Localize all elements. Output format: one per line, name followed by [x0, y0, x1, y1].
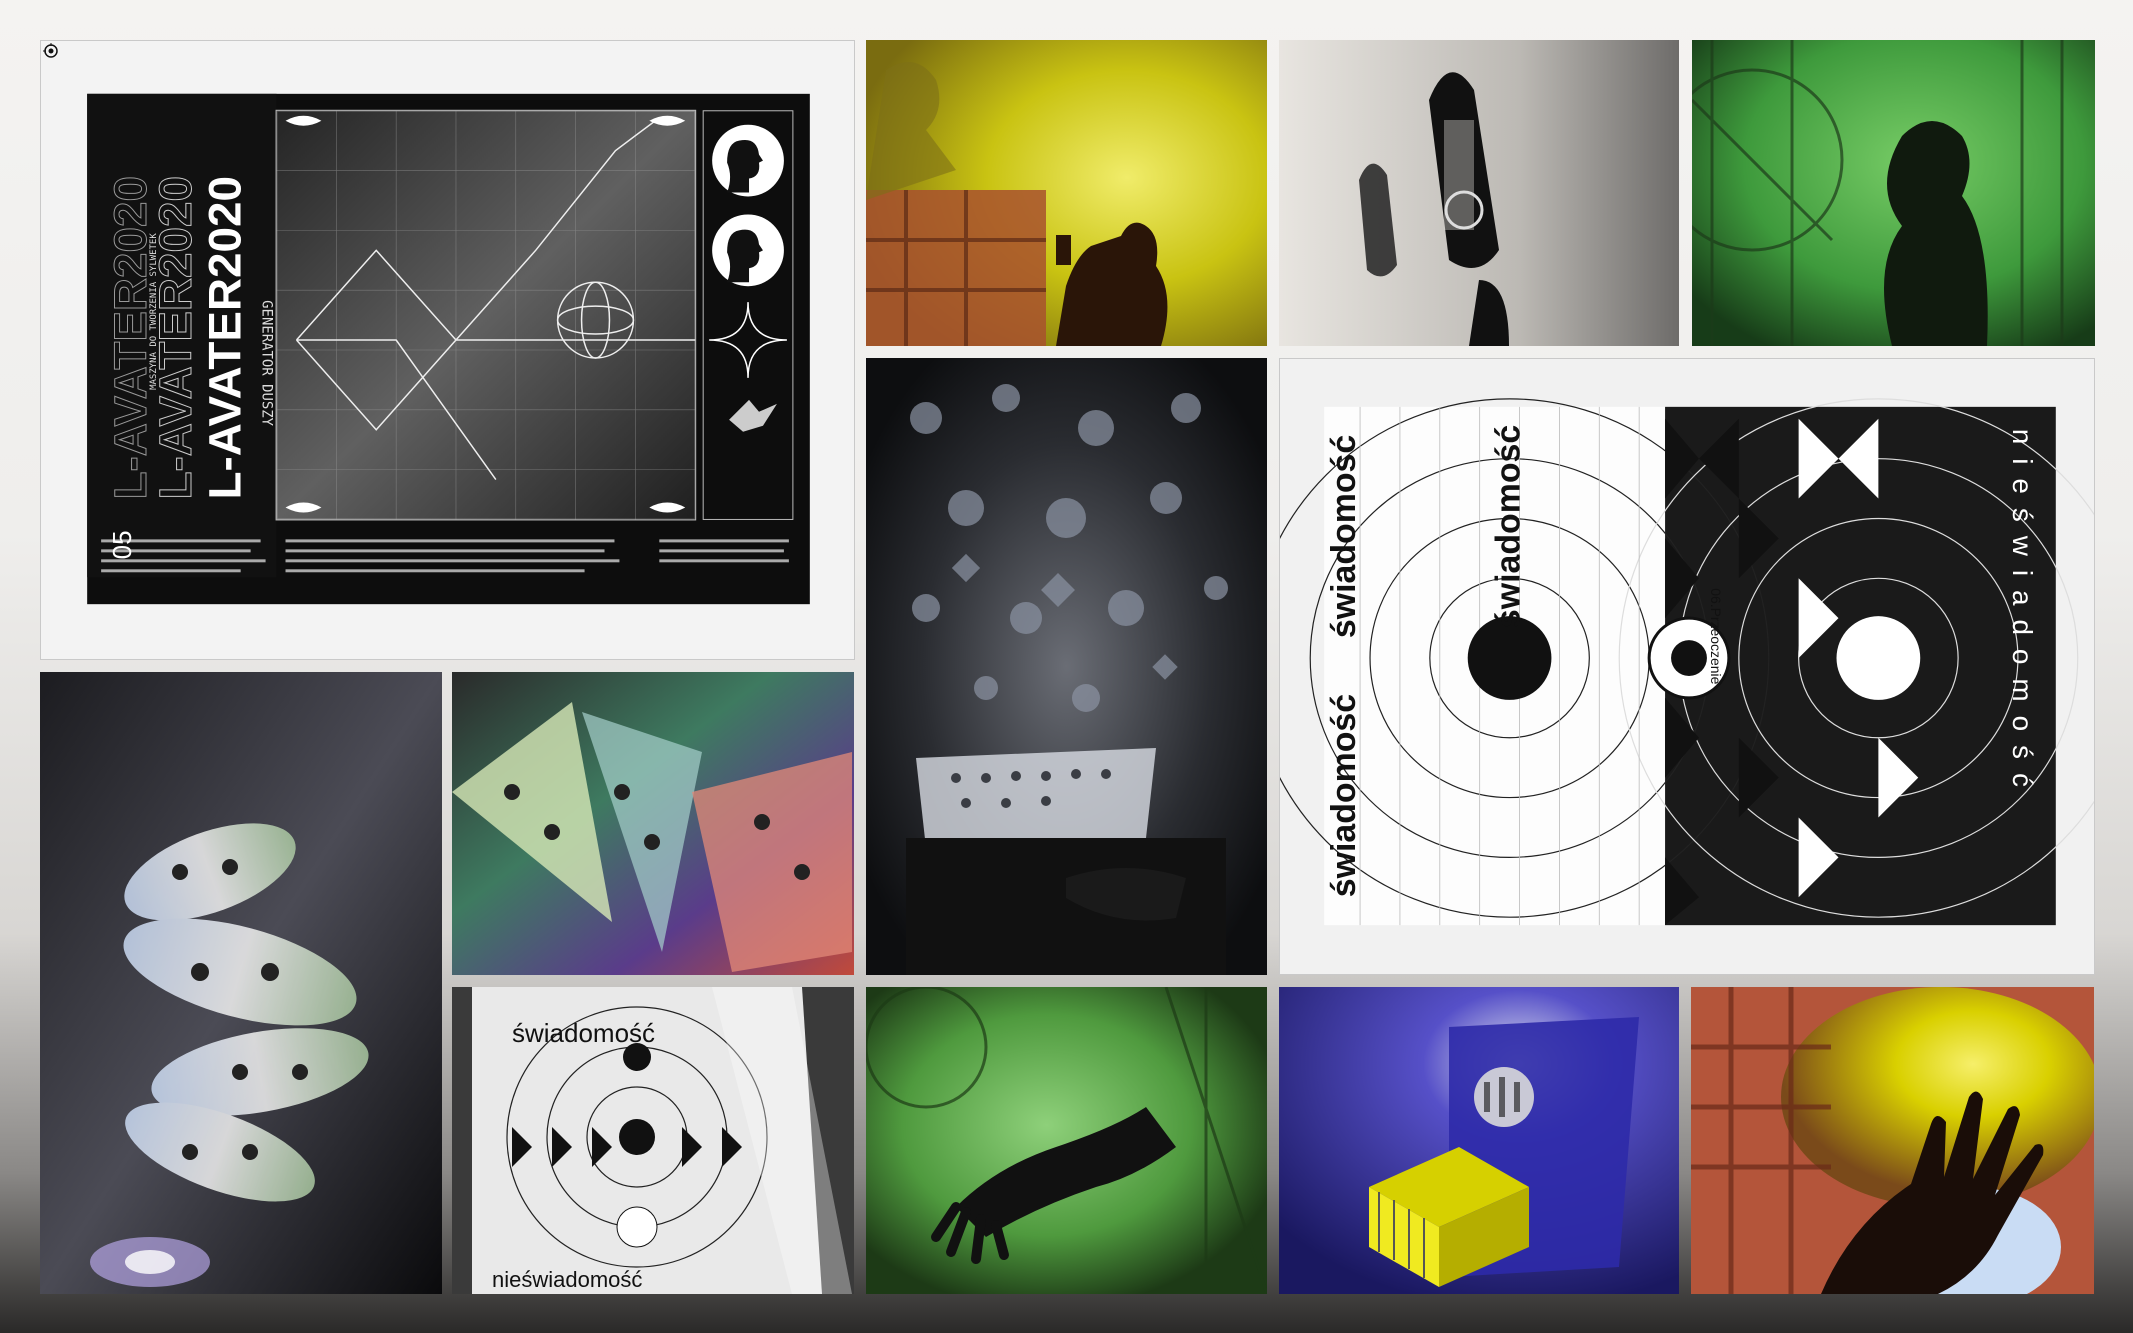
photo-green-silhouette[interactable] — [1692, 40, 2095, 346]
swiadomosc-word-top: świadomość — [1325, 435, 1363, 638]
photo-projection-room[interactable] — [866, 358, 1267, 975]
photo-swiadomosc-poster[interactable]: świadomość nieświadomość — [452, 987, 854, 1294]
photo-holographic-sculpture[interactable] — [40, 672, 442, 1294]
photo-green-hand[interactable] — [866, 987, 1267, 1294]
lavater-poster-tile[interactable]: L-AVATER2020 L-AVATER2020 L-AVATER2020 0… — [40, 40, 855, 660]
photo-yellow-silhouette[interactable] — [866, 40, 1267, 346]
swiadomosc-ring-label: 06.Przeoczenie — [1708, 588, 1724, 684]
lavater-number: 05 — [109, 530, 137, 559]
lavater-subtitle: GENERATOR DUSZY — [259, 300, 275, 426]
photo-red-yellow-hand[interactable] — [1691, 987, 2094, 1294]
lavater-title: L-AVATER2020 — [199, 176, 251, 500]
lavater-subtitle-2: MASZYNA DO TWORZENIA SYLWETEK — [149, 233, 159, 390]
photo-blue-yellow-cube[interactable] — [1279, 987, 1679, 1294]
photo-poster-word-top: świadomość — [512, 1018, 655, 1048]
swiadomosc-right-letters: nieświadomość — [2007, 429, 2038, 801]
swiadomosc-poster-tile[interactable]: świadomość świadomość świadomość 06.Prze… — [1279, 358, 2095, 975]
lavater-poster-image: L-AVATER2020 L-AVATER2020 L-AVATER2020 0… — [87, 93, 810, 605]
photo-paper-cutouts[interactable] — [1279, 40, 1679, 346]
photo-iridescent-cutouts[interactable] — [452, 672, 854, 975]
swiadomosc-word-mid: świadomość — [1490, 425, 1528, 628]
swiadomosc-word-bottom: świadomość — [1325, 694, 1363, 897]
crosshair-icon — [43, 43, 59, 59]
photo-poster-word-bottom: nieświadomość — [492, 1267, 642, 1292]
